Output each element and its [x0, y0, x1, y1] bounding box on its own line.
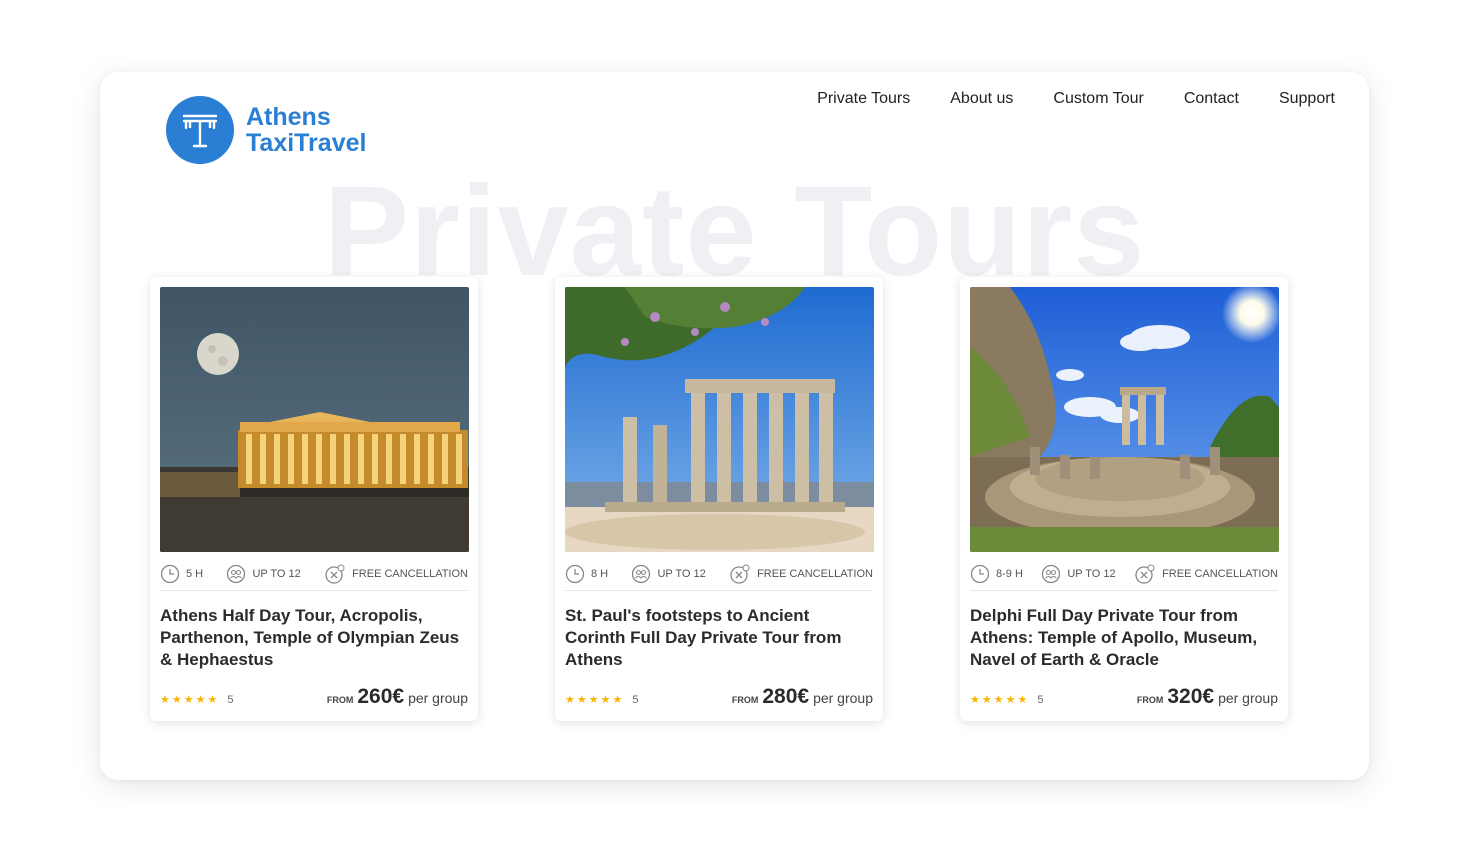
group-icon: [631, 564, 651, 584]
tour-image-delphi[interactable]: [970, 287, 1279, 552]
clock-icon: [970, 564, 990, 584]
rating-value: 5: [632, 693, 639, 706]
tour-meta: 5 h UP TO 12 FREE CANCELLATION: [160, 561, 468, 591]
free-cancellation-icon: [1134, 564, 1156, 584]
tour-cancellation: FREE CANCELLATION: [757, 568, 873, 580]
star-icon: ★: [600, 694, 611, 706]
price-amount: 260€: [357, 685, 405, 708]
tour-duration: 5 h: [186, 568, 204, 580]
price-suffix: per group: [408, 690, 468, 706]
tour-duration: 8 h: [591, 568, 609, 580]
price-prefix: FROM: [326, 695, 354, 705]
tour-group-size: UP TO 12: [252, 568, 301, 580]
star-icon: ★: [1017, 694, 1028, 706]
tour-title-link[interactable]: St. Paul's footsteps to Ancient Corinth …: [565, 605, 873, 671]
logo-column-icon: [166, 96, 234, 164]
nav-about-us[interactable]: About us: [950, 90, 1013, 108]
tour-card[interactable]: 5 h UP TO 12 FREE CANCELLATION Athens Ha…: [150, 277, 478, 721]
rating-value: 5: [1037, 693, 1044, 706]
tour-card[interactable]: 8-9 h UP TO 12 FREE CANCELLATION Delphi …: [960, 277, 1288, 721]
group-icon: [226, 564, 246, 584]
group-icon: [1041, 564, 1061, 584]
tour-cancellation: FREE CANCELLATION: [1162, 568, 1278, 580]
star-icon: ★: [588, 694, 599, 706]
clock-icon: [160, 564, 180, 584]
free-cancellation-icon: [729, 564, 751, 584]
tour-rating: ★ ★ ★ ★ ★ 5: [565, 693, 639, 707]
page-frame: Athens TaxiTravel Private Tours About us…: [100, 72, 1369, 780]
tour-meta: 8 h UP TO 12 FREE CANCELLATION: [565, 561, 873, 591]
tour-rating: ★ ★ ★ ★ ★ 5: [160, 693, 234, 707]
tour-card[interactable]: 8 h UP TO 12 FREE CANCELLATION St. Paul'…: [555, 277, 883, 721]
clock-icon: [565, 564, 585, 584]
nav-custom-tour[interactable]: Custom Tour: [1053, 90, 1143, 108]
tour-meta: 8-9 h UP TO 12 FREE CANCELLATION: [970, 561, 1278, 591]
tour-image-acropolis[interactable]: [160, 287, 469, 552]
nav-private-tours[interactable]: Private Tours: [817, 90, 910, 108]
free-cancellation-icon: [324, 564, 346, 584]
main-nav: Private Tours About us Custom Tour Conta…: [817, 90, 1335, 108]
star-icon: ★: [183, 694, 194, 706]
tour-cancellation: FREE CANCELLATION: [352, 568, 468, 580]
star-icon: ★: [207, 694, 218, 706]
star-icon: ★: [576, 694, 587, 706]
price-suffix: per group: [1218, 690, 1278, 706]
tour-group-size: UP TO 12: [657, 568, 706, 580]
tour-price: FROM 320€ per group: [1137, 685, 1278, 709]
price-amount: 280€: [762, 685, 810, 708]
logo-line-1: Athens: [246, 103, 331, 131]
price-prefix: FROM: [1136, 695, 1164, 705]
tour-group-size: UP TO 12: [1067, 568, 1116, 580]
logo-line-2: TaxiTravel: [246, 129, 367, 157]
star-icon: ★: [160, 694, 170, 706]
star-icon: ★: [612, 694, 623, 706]
star-icon: ★: [970, 694, 980, 706]
rating-value: 5: [227, 693, 234, 706]
price-suffix: per group: [813, 690, 873, 706]
tour-duration: 8-9 h: [996, 568, 1023, 580]
tour-price: FROM 280€ per group: [732, 685, 873, 709]
nav-contact[interactable]: Contact: [1184, 90, 1239, 108]
star-icon: ★: [565, 694, 575, 706]
tour-image-corinth[interactable]: [565, 287, 874, 552]
star-icon: ★: [171, 694, 182, 706]
star-icon: ★: [195, 694, 206, 706]
tour-title-link[interactable]: Delphi Full Day Private Tour from Athens…: [970, 605, 1278, 671]
nav-support[interactable]: Support: [1279, 90, 1335, 108]
tour-price: FROM 260€ per group: [327, 685, 468, 709]
star-icon: ★: [993, 694, 1004, 706]
price-amount: 320€: [1167, 685, 1215, 708]
tour-title-link[interactable]: Athens Half Day Tour, Acropolis, Parthen…: [160, 605, 468, 671]
site-logo[interactable]: Athens TaxiTravel: [166, 96, 366, 164]
star-icon: ★: [1005, 694, 1016, 706]
star-icon: ★: [981, 694, 992, 706]
tour-rating: ★ ★ ★ ★ ★ 5: [970, 693, 1044, 707]
price-prefix: FROM: [731, 695, 759, 705]
